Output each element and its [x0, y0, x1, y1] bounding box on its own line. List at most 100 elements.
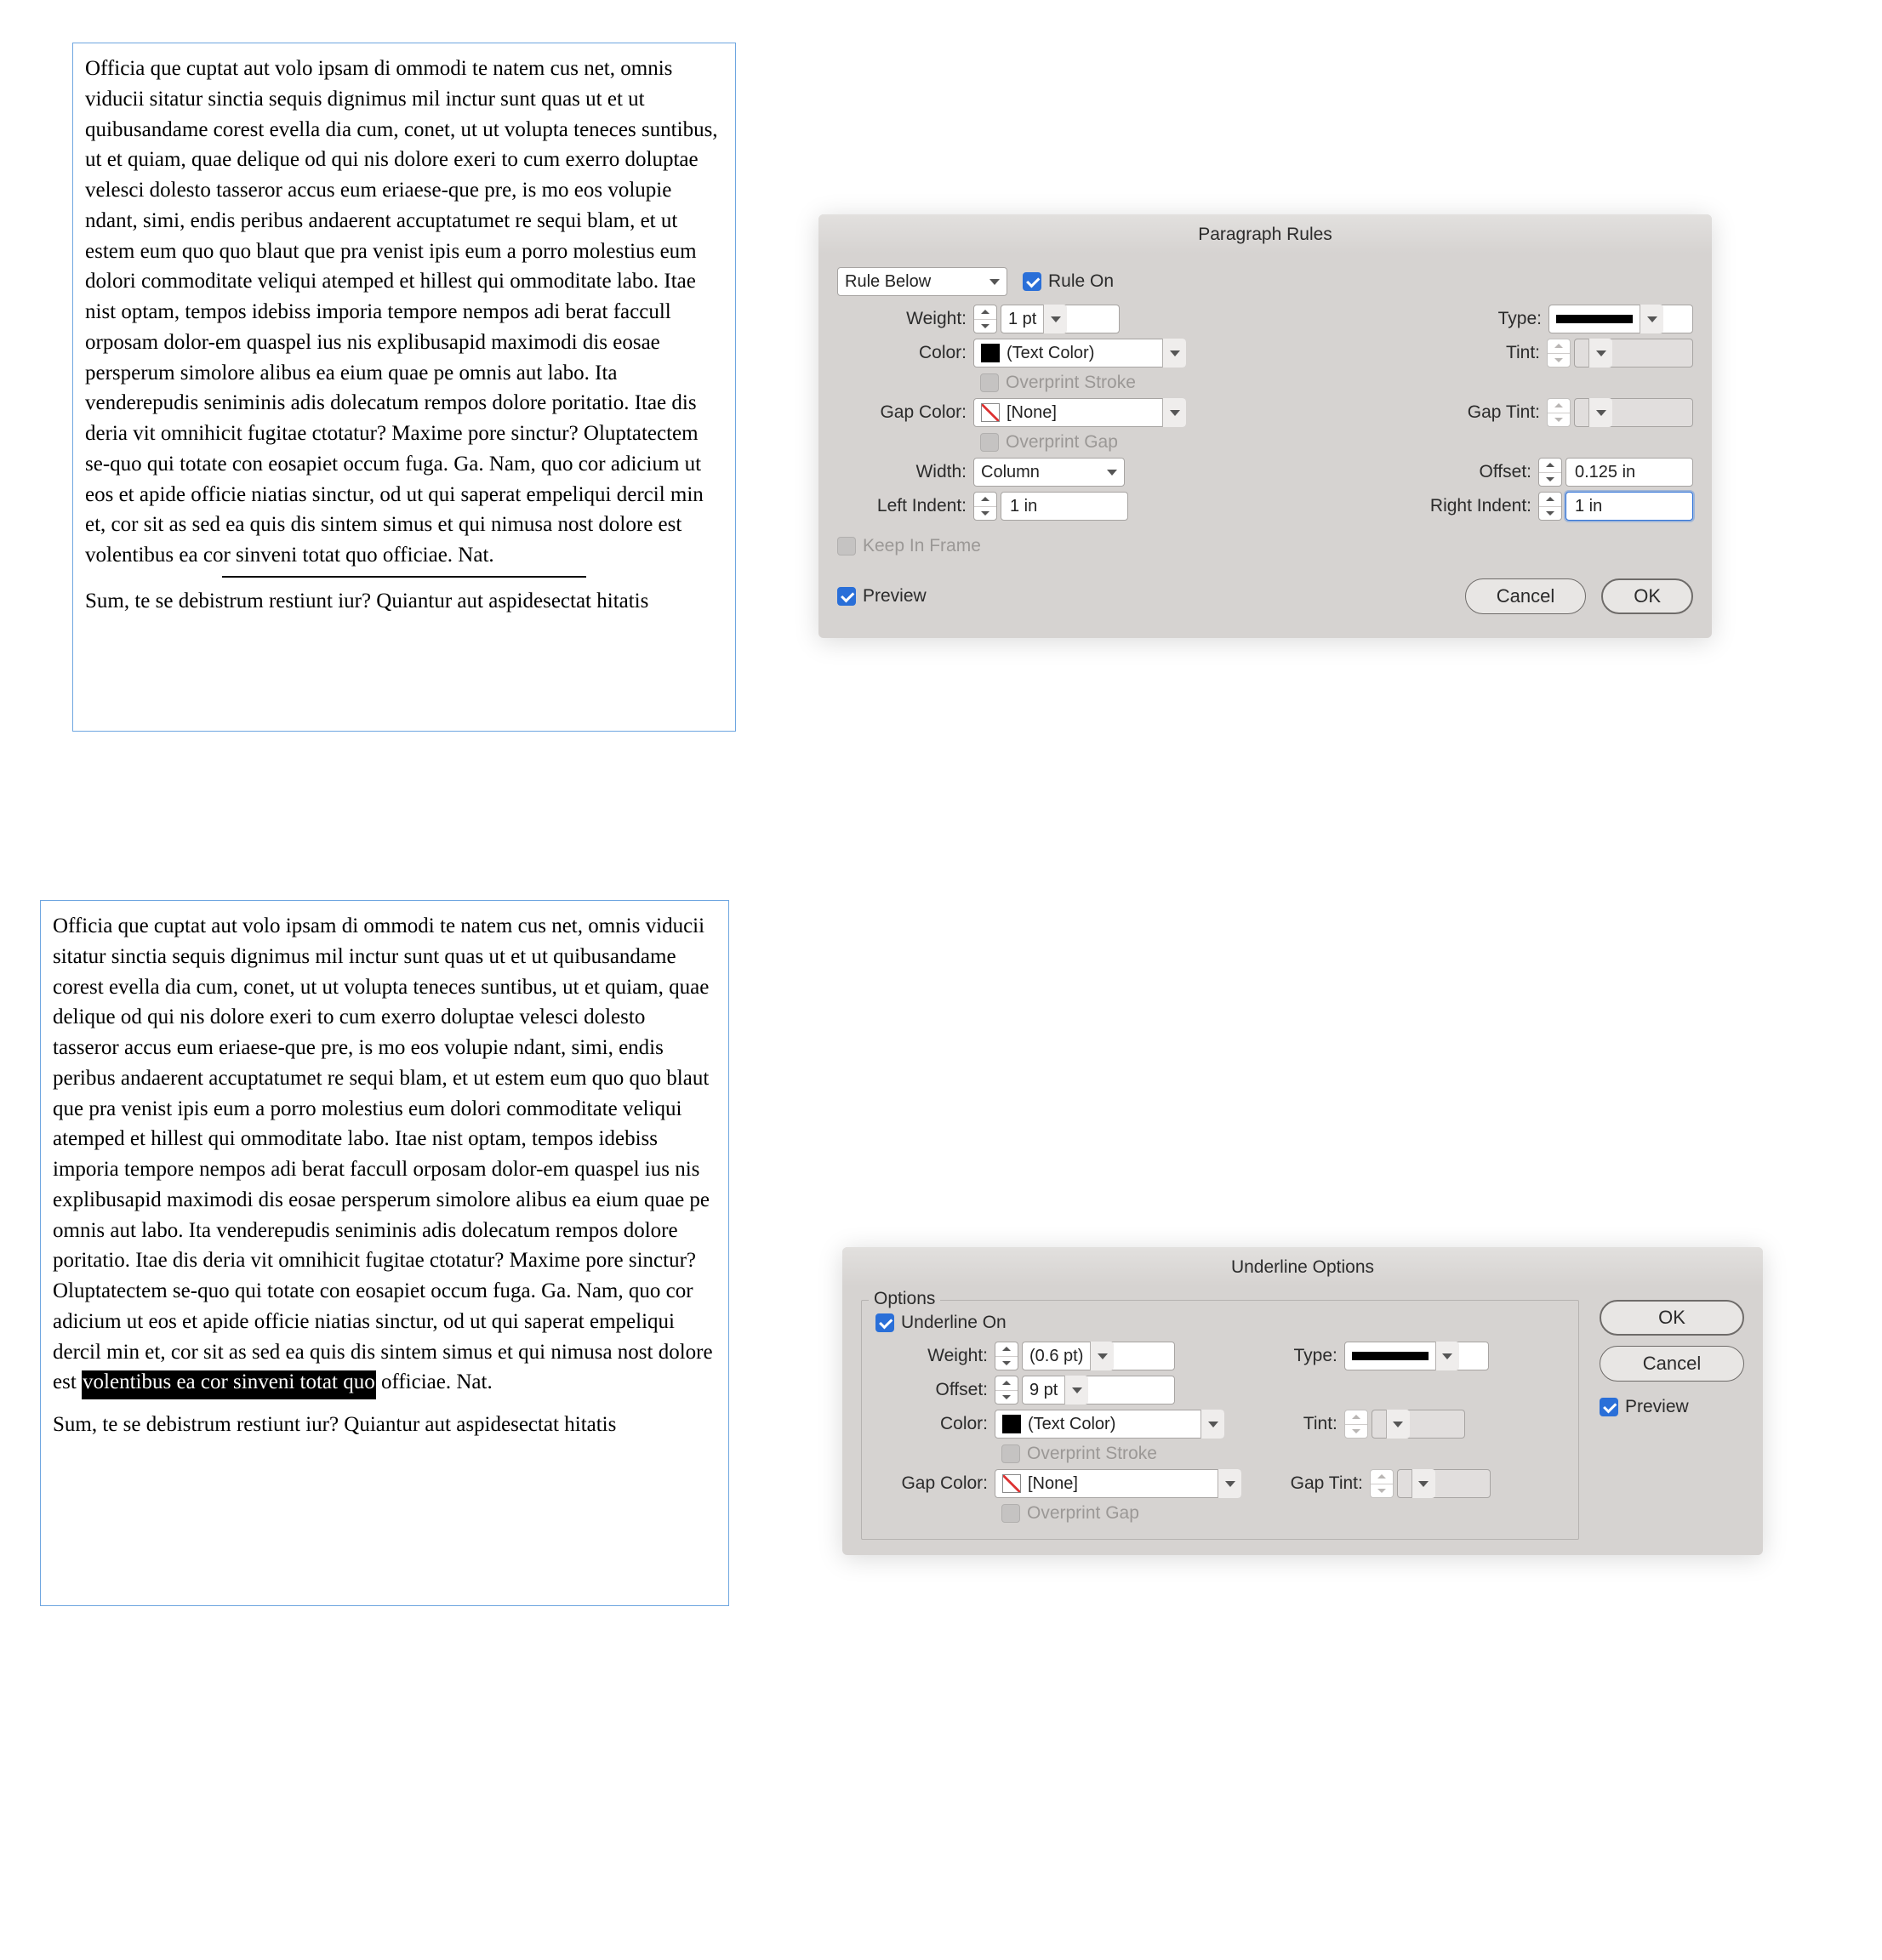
rule-position-select[interactable]: Rule Below [837, 267, 1007, 296]
weight-stepper[interactable] [995, 1342, 1018, 1370]
rule-position-value: Rule Below [845, 272, 931, 292]
right-indent-stepper[interactable] [1538, 492, 1562, 521]
tint-label: Tint: [1276, 1414, 1344, 1434]
width-label: Width: [837, 462, 973, 482]
weight-value: (0.6 pt) [1029, 1347, 1083, 1366]
color-swatch [1002, 1415, 1021, 1433]
overprint-stroke-checkbox [980, 373, 999, 392]
left-indent-field[interactable]: 1 in [1001, 492, 1128, 521]
gap-color-select[interactable]: [None] [973, 398, 1186, 427]
gap-color-swatch [981, 403, 1000, 422]
body-paragraph: Officia que cuptat aut volo ipsam di omm… [53, 911, 716, 1398]
gap-color-label: Gap Color: [837, 402, 973, 423]
overprint-stroke-checkbox [1001, 1444, 1020, 1463]
offset-field[interactable]: 9 pt [1022, 1376, 1175, 1404]
weight-stepper[interactable] [973, 305, 997, 333]
ok-button[interactable]: OK [1601, 578, 1693, 614]
gap-tint-label: Gap Tint: [1282, 402, 1547, 423]
weight-label: Weight: [875, 1346, 995, 1366]
stroke-type-preview [1556, 315, 1633, 323]
left-indent-label: Left Indent: [837, 496, 973, 516]
offset-stepper[interactable] [995, 1376, 1018, 1404]
stroke-type-preview [1352, 1352, 1429, 1360]
type-label: Type: [1276, 1346, 1344, 1366]
underline-on-checkbox[interactable] [875, 1313, 894, 1332]
weight-label: Weight: [837, 309, 973, 329]
color-select[interactable]: (Text Color) [973, 339, 1186, 368]
gap-color-value: [None] [1007, 403, 1057, 423]
gap-color-label: Gap Color: [875, 1473, 995, 1494]
color-label: Color: [875, 1414, 995, 1434]
right-indent-label: Right Indent: [1282, 496, 1538, 516]
after-paragraph: Sum, te se debistrum restiunt iur? Quian… [53, 1410, 716, 1440]
color-label: Color: [837, 343, 973, 363]
offset-label: Offset: [875, 1380, 995, 1400]
weight-field[interactable]: (0.6 pt) [1022, 1342, 1175, 1370]
options-legend: Options [869, 1289, 940, 1309]
keep-in-frame-label: Keep In Frame [863, 536, 981, 556]
selected-underlined-text: volentibus ea cor sinveni totat quo [82, 1370, 376, 1399]
paragraph-rules-dialog: Paragraph Rules Rule Below Rule On Weigh… [818, 214, 1712, 638]
preview-label: Preview [863, 586, 927, 607]
ok-button[interactable]: OK [1600, 1300, 1744, 1336]
offset-value: 0.125 in [1575, 463, 1684, 482]
text-frame-1[interactable]: Officia que cuptat aut volo ipsam di omm… [72, 43, 736, 732]
body-post: officiae. Nat. [376, 1370, 493, 1393]
gap-color-select[interactable]: [None] [995, 1469, 1241, 1498]
dialog-title: Paragraph Rules [818, 214, 1712, 254]
gap-tint-field[interactable] [1397, 1469, 1491, 1498]
overprint-gap-checkbox [980, 433, 999, 452]
tint-stepper[interactable] [1344, 1410, 1368, 1439]
preview-checkbox[interactable] [837, 587, 856, 606]
gap-color-value: [None] [1028, 1474, 1078, 1494]
rule-on-label: Rule On [1048, 271, 1114, 292]
preview-checkbox[interactable] [1600, 1398, 1618, 1416]
underline-options-dialog: Underline Options Options Underline On W… [842, 1247, 1763, 1555]
gap-tint-stepper[interactable] [1370, 1469, 1394, 1498]
dialog-title: Underline Options [842, 1247, 1763, 1286]
offset-value: 9 pt [1029, 1381, 1058, 1400]
right-indent-value: 1 in [1575, 497, 1684, 516]
tint-stepper[interactable] [1547, 339, 1571, 368]
overprint-gap-checkbox [1001, 1504, 1020, 1523]
overprint-gap-label: Overprint Gap [1006, 432, 1118, 453]
gap-tint-label: Gap Tint: [1276, 1473, 1370, 1494]
width-value: Column [981, 463, 1040, 482]
offset-label: Offset: [1282, 462, 1538, 482]
weight-field[interactable]: 1 pt [1001, 305, 1120, 333]
paragraph-rule [222, 576, 586, 578]
body-paragraph: Officia que cuptat aut volo ipsam di omm… [85, 54, 723, 571]
tint-field[interactable] [1574, 339, 1693, 368]
color-value: (Text Color) [1028, 1415, 1115, 1434]
cancel-button[interactable]: Cancel [1465, 578, 1586, 614]
gap-color-swatch [1002, 1474, 1021, 1493]
overprint-stroke-label: Overprint Stroke [1006, 373, 1136, 393]
offset-field[interactable]: 0.125 in [1565, 458, 1693, 487]
type-select[interactable] [1344, 1342, 1489, 1370]
color-value: (Text Color) [1007, 344, 1094, 363]
after-paragraph: Sum, te se debistrum restiunt iur? Quian… [85, 586, 723, 617]
type-label: Type: [1282, 309, 1548, 329]
text-frame-2[interactable]: Officia que cuptat aut volo ipsam di omm… [40, 900, 729, 1606]
offset-stepper[interactable] [1538, 458, 1562, 487]
body-pre: Officia que cuptat aut volo ipsam di omm… [53, 914, 713, 1393]
right-indent-field[interactable]: 1 in [1565, 492, 1693, 521]
cancel-button[interactable]: Cancel [1600, 1346, 1744, 1382]
keep-in-frame-checkbox [837, 537, 856, 556]
gap-tint-stepper[interactable] [1547, 398, 1571, 427]
left-indent-value: 1 in [1010, 497, 1119, 516]
width-select[interactable]: Column [973, 458, 1125, 487]
tint-field[interactable] [1372, 1410, 1465, 1439]
gap-tint-field[interactable] [1574, 398, 1693, 427]
overprint-gap-label: Overprint Gap [1027, 1503, 1139, 1524]
color-swatch [981, 344, 1000, 362]
color-select[interactable]: (Text Color) [995, 1410, 1224, 1439]
overprint-stroke-label: Overprint Stroke [1027, 1444, 1157, 1464]
type-select[interactable] [1548, 305, 1693, 333]
preview-label: Preview [1625, 1397, 1689, 1417]
left--indent-stepper[interactable] [973, 492, 997, 521]
tint-label: Tint: [1282, 343, 1547, 363]
weight-value: 1 pt [1008, 310, 1036, 329]
underline-on-label: Underline On [901, 1313, 1007, 1333]
rule-on-checkbox[interactable] [1023, 272, 1041, 291]
